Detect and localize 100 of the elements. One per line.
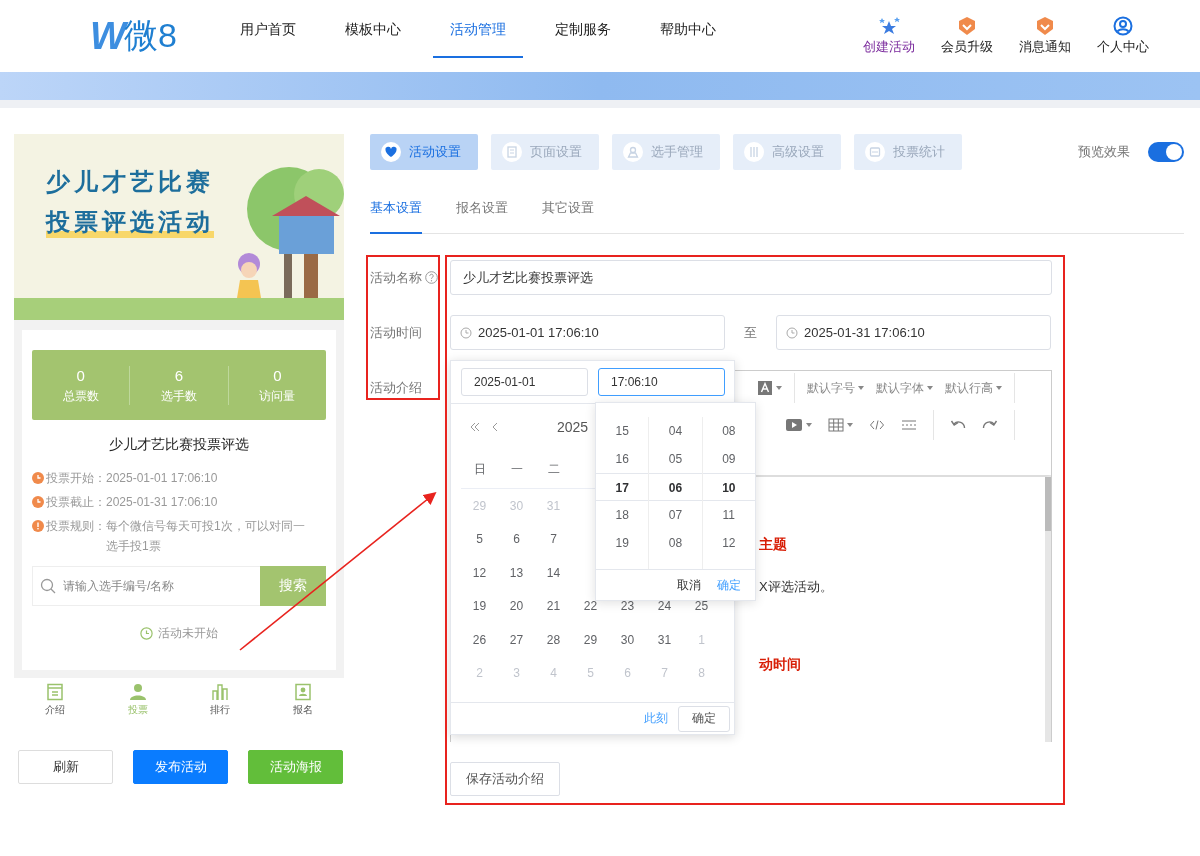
toolbar-dropdown[interactable]: 默认字体 <box>876 379 933 397</box>
help-icon <box>425 271 438 284</box>
subtab[interactable]: 其它设置 <box>542 190 594 234</box>
badge-icon <box>956 16 978 36</box>
calendar-day[interactable]: 5 <box>461 532 498 547</box>
datetime-field[interactable]: 2025-01-01 17:06:10 <box>450 315 725 350</box>
info-label: 投票截止： <box>46 494 106 511</box>
info-label: 投票规则： <box>46 518 106 535</box>
sliders-icon <box>744 142 764 162</box>
nav-link[interactable]: 活动管理 <box>433 4 523 58</box>
clock-icon <box>32 496 44 508</box>
time-option[interactable]: 19 <box>596 529 649 557</box>
calendar-day[interactable]: 28 <box>535 632 572 647</box>
time-option[interactable]: 10 <box>702 473 755 501</box>
time-input[interactable]: 17:06:10 <box>598 368 725 396</box>
subtab[interactable]: 报名设置 <box>456 190 508 234</box>
refresh-button[interactable]: 刷新 <box>18 750 113 784</box>
caret-icon <box>858 386 864 390</box>
preview-toggle[interactable] <box>1148 142 1184 162</box>
code-icon <box>869 417 885 433</box>
activity-title: 少儿才艺比赛投票评选 <box>108 436 250 454</box>
time-option[interactable]: 05 <box>649 445 702 473</box>
calendar-day[interactable]: 30 <box>609 632 646 647</box>
search-field[interactable]: 请输入选手编号/名称 <box>32 566 260 606</box>
calendar-day[interactable]: 21 <box>535 599 572 614</box>
nav-link[interactable]: 模板中心 <box>328 4 418 58</box>
status-text: 活动未开始 <box>158 625 218 642</box>
calendar-day[interactable]: 12 <box>461 565 498 580</box>
toolbar-button[interactable] <box>785 417 812 433</box>
chevron-left-icon <box>491 421 499 433</box>
calendar-day[interactable]: 20 <box>498 599 535 614</box>
time-option[interactable]: 08 <box>649 529 702 557</box>
time-option[interactable]: 18 <box>596 501 649 529</box>
cancel-link[interactable]: 取消 <box>677 576 701 594</box>
time-option[interactable]: 09 <box>702 445 755 473</box>
calendar-day[interactable]: 6 <box>498 532 535 547</box>
caret-icon <box>776 386 782 390</box>
calendar-day[interactable]: 25 <box>683 599 720 614</box>
table-icon <box>828 417 844 433</box>
video-icon <box>785 417 803 433</box>
toolbar-button[interactable] <box>869 417 885 433</box>
scrollbar-thumb[interactable] <box>1045 477 1051 531</box>
caret-icon <box>927 386 933 390</box>
name-input[interactable]: 少儿才艺比赛投票评选 <box>450 260 1052 295</box>
time-option[interactable]: 06 <box>649 473 702 501</box>
tab[interactable]: 活动设置 <box>370 134 478 170</box>
confirm-button[interactable]: 确定 <box>678 705 730 732</box>
nav-link[interactable]: 定制服务 <box>538 4 628 58</box>
date-input[interactable]: 2025-01-01 <box>461 368 588 396</box>
time-option[interactable]: 11 <box>702 501 755 529</box>
document-icon <box>46 683 65 701</box>
publish-button[interactable]: 发布活动 <box>133 750 228 784</box>
datetime-field[interactable]: 2025-01-31 17:06:10 <box>776 315 1051 350</box>
info-label: 投票开始： <box>46 470 106 487</box>
bar-chart-icon <box>211 683 230 701</box>
time-option[interactable]: 04 <box>649 417 702 445</box>
weekday-label: 一 <box>509 460 524 478</box>
header-action[interactable]: 消息通知 <box>1009 16 1081 56</box>
calendar-day[interactable]: 19 <box>461 599 498 614</box>
toolbar-button[interactable] <box>757 380 782 396</box>
calendar-day[interactable]: 31 <box>646 632 683 647</box>
header-action[interactable]: 创建活动 <box>853 16 925 56</box>
toolbar-dropdown[interactable]: 默认字号 <box>807 379 864 397</box>
bottom-nav-item[interactable]: 介绍 <box>14 683 97 717</box>
star-icon <box>878 16 900 36</box>
calendar-day[interactable]: 22 <box>572 599 609 614</box>
header-action[interactable]: 会员升级 <box>931 16 1003 56</box>
time-option[interactable]: 15 <box>596 417 649 445</box>
calendar-day[interactable]: 29 <box>572 632 609 647</box>
logo[interactable]: W微8 <box>90 13 223 59</box>
stat-value: 0 <box>272 365 283 386</box>
bottom-nav-item[interactable]: 排行 <box>179 683 262 717</box>
time-option[interactable]: 12 <box>702 529 755 557</box>
calendar-day[interactable]: 23 <box>609 599 646 614</box>
calendar-day[interactable]: 14 <box>535 565 572 580</box>
header-action[interactable]: 个人中心 <box>1087 16 1159 56</box>
toolbar-button[interactable] <box>828 417 853 433</box>
time-option[interactable]: 16 <box>596 445 649 473</box>
calendar-day[interactable]: 26 <box>461 632 498 647</box>
calendar-day[interactable]: 13 <box>498 565 535 580</box>
nav-link[interactable]: 帮助中心 <box>643 4 733 58</box>
time-option[interactable]: 17 <box>596 473 649 501</box>
search-icon <box>40 578 56 594</box>
time-option[interactable]: 08 <box>702 417 755 445</box>
subtab[interactable]: 基本设置 <box>370 190 422 234</box>
bottom-nav-item[interactable]: 报名 <box>261 683 344 717</box>
range-separator: 至 <box>743 324 758 342</box>
caret-icon <box>806 423 812 427</box>
time-option[interactable]: 07 <box>649 501 702 529</box>
year-label[interactable]: 2025 <box>557 419 589 435</box>
content-heading: 主题 <box>759 535 788 554</box>
field-label: 活动名称 <box>370 268 422 287</box>
toolbar-dropdown[interactable]: 默认行高 <box>945 379 1002 397</box>
calendar-day[interactable]: 24 <box>646 599 683 614</box>
caret-icon <box>996 386 1002 390</box>
calendar-day[interactable]: 27 <box>498 632 535 647</box>
save-button[interactable]: 保存活动介绍 <box>450 762 560 796</box>
calendar-day[interactable]: 7 <box>535 532 572 547</box>
stat-value: 6 <box>173 365 185 386</box>
nav-link[interactable]: 用户首页 <box>223 4 313 58</box>
